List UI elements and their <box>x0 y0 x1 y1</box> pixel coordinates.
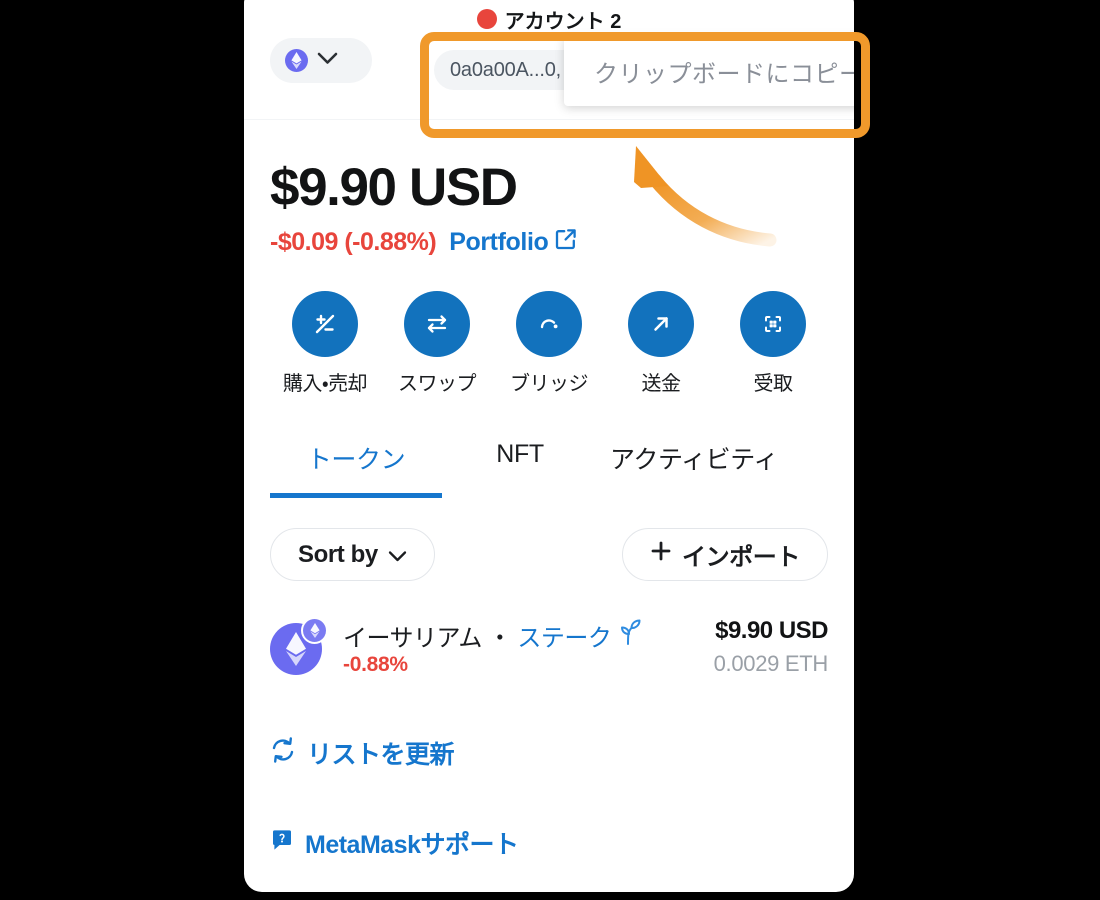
token-change: -0.88% <box>343 652 408 676</box>
action-bridge-label: ブリッジ <box>510 373 589 396</box>
token-info: イーサリアム ・ ステーク -0.88% <box>343 618 697 677</box>
import-token-label: インポート <box>682 544 800 572</box>
buy-sell-icon <box>292 291 358 358</box>
network-selector[interactable] <box>270 38 372 83</box>
plus-icon <box>650 540 672 569</box>
action-swap-label: スワップ <box>398 373 477 396</box>
tab-tokens[interactable]: トークン <box>270 440 442 499</box>
footer-links: リストを更新 MetaMaskサポート <box>244 735 854 861</box>
ethereum-network-icon <box>285 49 308 72</box>
portfolio-link-label: Portfolio <box>449 228 549 257</box>
account-title-row: アカウント 2 <box>244 4 854 34</box>
action-send-label: 送金 <box>641 373 682 396</box>
balance-amount: $9.90 USD <box>270 158 518 217</box>
support-chat-icon <box>270 828 294 859</box>
copy-to-clipboard-tooltip: クリップボードにコピー <box>564 36 854 106</box>
balance-subrow: -$0.09 (-0.88%) Portfolio <box>270 228 828 257</box>
tab-nft[interactable]: NFT <box>460 440 580 498</box>
wallet-header: アカウント 2 0a0a00A...0, クリップボードにコピー <box>244 0 854 120</box>
token-name-line: イーサリアム ・ ステーク <box>343 618 697 653</box>
refresh-icon <box>270 736 296 770</box>
action-receive[interactable]: 受取 <box>737 291 809 396</box>
refresh-list-link[interactable]: リストを更新 <box>270 735 828 771</box>
wallet-tabs: トークン NFT アクティビティ <box>244 440 854 499</box>
action-receive-label: 受取 <box>753 373 794 396</box>
balance-change: -$0.09 (-0.88%) <box>270 228 437 257</box>
send-arrow-icon <box>628 291 694 358</box>
metamask-popup-window: アカウント 2 0a0a00A...0, クリップボードにコピー $9.90 U… <box>244 0 854 892</box>
wallet-actions-row: 購入・売却 スワップ ブリッジ 送金 受取 <box>244 291 854 396</box>
metamask-support-label: MetaMaskサポート <box>305 831 519 860</box>
account-address-label: 0a0a00A...0, <box>450 58 562 81</box>
action-buy-sell[interactable]: 購入・売却 <box>283 291 368 396</box>
token-fiat-value: $9.90 USD <box>715 617 828 645</box>
token-name: イーサリアム <box>343 624 482 652</box>
copy-tooltip-label: クリップボードにコピー <box>594 60 854 88</box>
token-name-separator: ・ <box>487 624 512 652</box>
sort-by-button[interactable]: Sort by <box>270 528 435 582</box>
sprout-icon <box>617 619 642 652</box>
token-filter-row: Sort by インポート <box>244 528 854 582</box>
token-values: $9.90 USD 0.0029 ETH <box>713 617 829 677</box>
action-bridge[interactable]: ブリッジ <box>510 291 589 396</box>
tab-activity[interactable]: アクティビティ <box>602 440 786 498</box>
token-list-item[interactable]: イーサリアム ・ ステーク -0.88% $9.90 USD 0.0029 ET… <box>270 611 829 683</box>
external-link-icon <box>555 228 577 257</box>
action-buy-sell-label: 購入・売却 <box>282 373 368 396</box>
sort-by-label: Sort by <box>298 540 378 568</box>
swap-icon <box>404 291 470 358</box>
token-quantity: 0.0029 ETH <box>713 651 829 677</box>
token-list: イーサリアム ・ ステーク -0.88% $9.90 USD 0.0029 ET… <box>244 611 854 683</box>
receive-qr-icon <box>740 291 806 358</box>
token-stake-label[interactable]: ステーク <box>517 618 612 653</box>
import-token-button[interactable]: インポート <box>622 528 828 582</box>
account-avatar-icon <box>476 9 497 29</box>
chevron-down-icon <box>388 541 407 569</box>
refresh-list-label: リストを更新 <box>307 741 455 770</box>
balance-section: $9.90 USD -$0.09 (-0.88%) Portfolio <box>244 120 854 257</box>
metamask-support-link[interactable]: MetaMaskサポート <box>270 825 828 861</box>
action-send[interactable]: 送金 <box>625 291 697 396</box>
token-avatar <box>270 617 328 676</box>
ethereum-network-badge-icon <box>301 617 328 645</box>
account-name-label: アカウント 2 <box>504 10 622 33</box>
chevron-down-icon <box>317 52 338 70</box>
action-swap[interactable]: スワップ <box>398 291 477 396</box>
bridge-icon <box>516 291 582 358</box>
portfolio-link[interactable]: Portfolio <box>449 228 577 257</box>
